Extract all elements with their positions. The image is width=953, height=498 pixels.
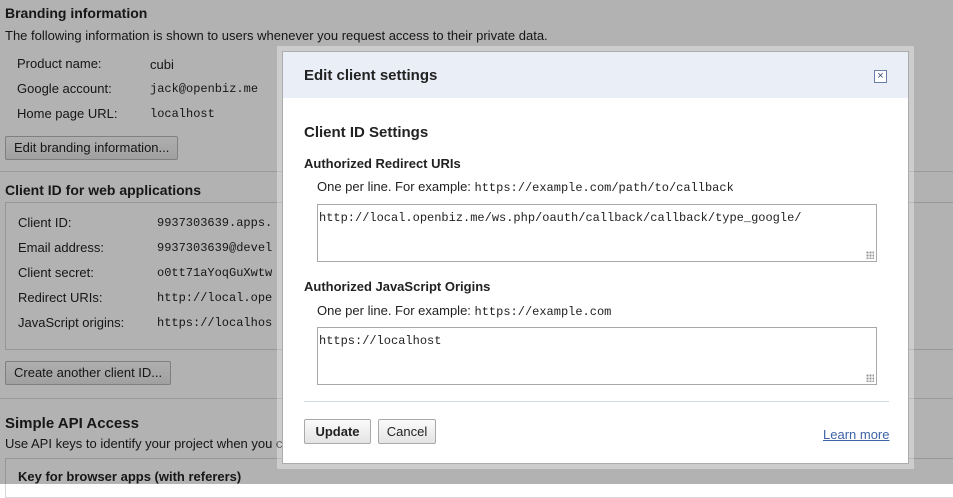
js-origins-title: Authorized JavaScript Origins xyxy=(304,279,491,294)
origins-hint-text: One per line. For example: xyxy=(317,303,475,318)
dialog-header: Edit client settings × xyxy=(283,52,908,98)
js-origins-value: https://localhost xyxy=(319,334,442,348)
section-title: Client ID Settings xyxy=(304,124,429,141)
js-origins-hint: One per line. For example: https://examp… xyxy=(317,303,611,319)
close-icon[interactable]: × xyxy=(874,70,887,83)
origins-example: https://example.com xyxy=(474,305,612,319)
resize-grip-icon[interactable] xyxy=(866,374,874,382)
redirect-uris-hint: One per line. For example: https://examp… xyxy=(317,179,734,195)
dialog-title: Edit client settings xyxy=(304,67,438,84)
redirect-example: https://example.com/path/to/callback xyxy=(474,181,734,195)
edit-client-dialog: Edit client settings × Client ID Setting… xyxy=(282,51,909,464)
learn-more-link[interactable]: Learn more xyxy=(823,427,889,442)
redirect-uris-value: http://local.openbiz.me/ws.php/oauth/cal… xyxy=(319,211,802,225)
resize-grip-icon[interactable] xyxy=(866,251,874,259)
js-origins-textarea[interactable]: https://localhost xyxy=(317,327,877,385)
cancel-button[interactable]: Cancel xyxy=(378,419,436,444)
redirect-hint-text: One per line. For example: xyxy=(317,179,475,194)
update-button[interactable]: Update xyxy=(304,419,371,444)
redirect-uris-title: Authorized Redirect URIs xyxy=(304,156,461,171)
redirect-uris-textarea[interactable]: http://local.openbiz.me/ws.php/oauth/cal… xyxy=(317,204,877,262)
dialog-divider xyxy=(304,401,889,402)
